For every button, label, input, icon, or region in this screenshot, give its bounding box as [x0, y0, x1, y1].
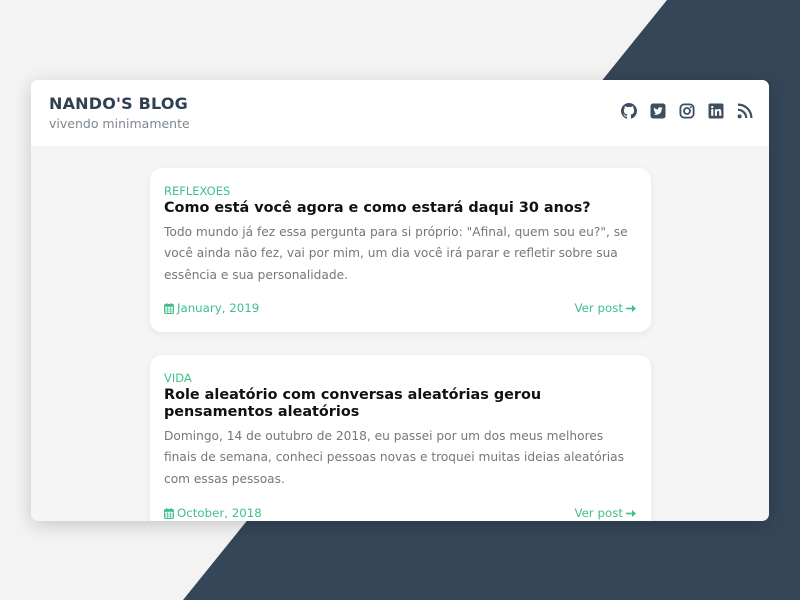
post-excerpt: Domingo, 14 de outubro de 2018, eu passe… — [164, 429, 624, 486]
post-card[interactable]: VIDA Role aleatório com conversas aleató… — [150, 355, 651, 521]
post-card[interactable]: REFLEXOES Como está você agora e como es… — [150, 168, 651, 332]
calendar-icon — [164, 302, 174, 314]
post-excerpt: Todo mundo já fez essa pergunta para si … — [164, 225, 628, 282]
post-footer: October, 2018 Ver post — [164, 506, 637, 520]
read-more-link[interactable]: Ver post — [575, 301, 638, 315]
read-more-link[interactable]: Ver post — [575, 506, 638, 520]
site-header: NANDO'S BLOG vivendo minimamente — [31, 80, 769, 146]
github-icon[interactable] — [621, 103, 637, 119]
social-links — [621, 103, 753, 119]
post-date: January, 2019 — [164, 301, 259, 315]
blog-title[interactable]: NANDO'S BLOG — [49, 94, 190, 113]
brand[interactable]: NANDO'S BLOG vivendo minimamente — [49, 94, 190, 131]
calendar-icon — [164, 507, 174, 519]
post-date: October, 2018 — [164, 506, 262, 520]
arrow-right-icon — [626, 304, 636, 312]
read-more-label[interactable]: Ver post — [575, 301, 624, 315]
post-list: REFLEXOES Como está você agora e como es… — [31, 146, 769, 521]
rss-icon[interactable] — [737, 103, 753, 119]
instagram-icon[interactable] — [679, 103, 695, 119]
blog-window: NANDO'S BLOG vivendo minimamente REFLEXO… — [31, 80, 769, 521]
post-title[interactable]: Como está você agora e como estará daqui… — [164, 200, 637, 217]
post-date-text: January, 2019 — [177, 301, 260, 315]
twitter-icon[interactable] — [650, 103, 666, 119]
post-footer: January, 2019 Ver post — [164, 301, 637, 315]
post-category[interactable]: REFLEXOES — [164, 184, 637, 198]
post-category[interactable]: VIDA — [164, 371, 637, 385]
blog-subtitle: vivendo minimamente — [49, 116, 190, 131]
linkedin-icon[interactable] — [708, 103, 724, 119]
arrow-right-icon — [626, 509, 636, 517]
read-more-label[interactable]: Ver post — [575, 506, 624, 520]
post-title[interactable]: Role aleatório com conversas aleatórias … — [164, 387, 637, 421]
post-date-text: October, 2018 — [177, 506, 262, 520]
